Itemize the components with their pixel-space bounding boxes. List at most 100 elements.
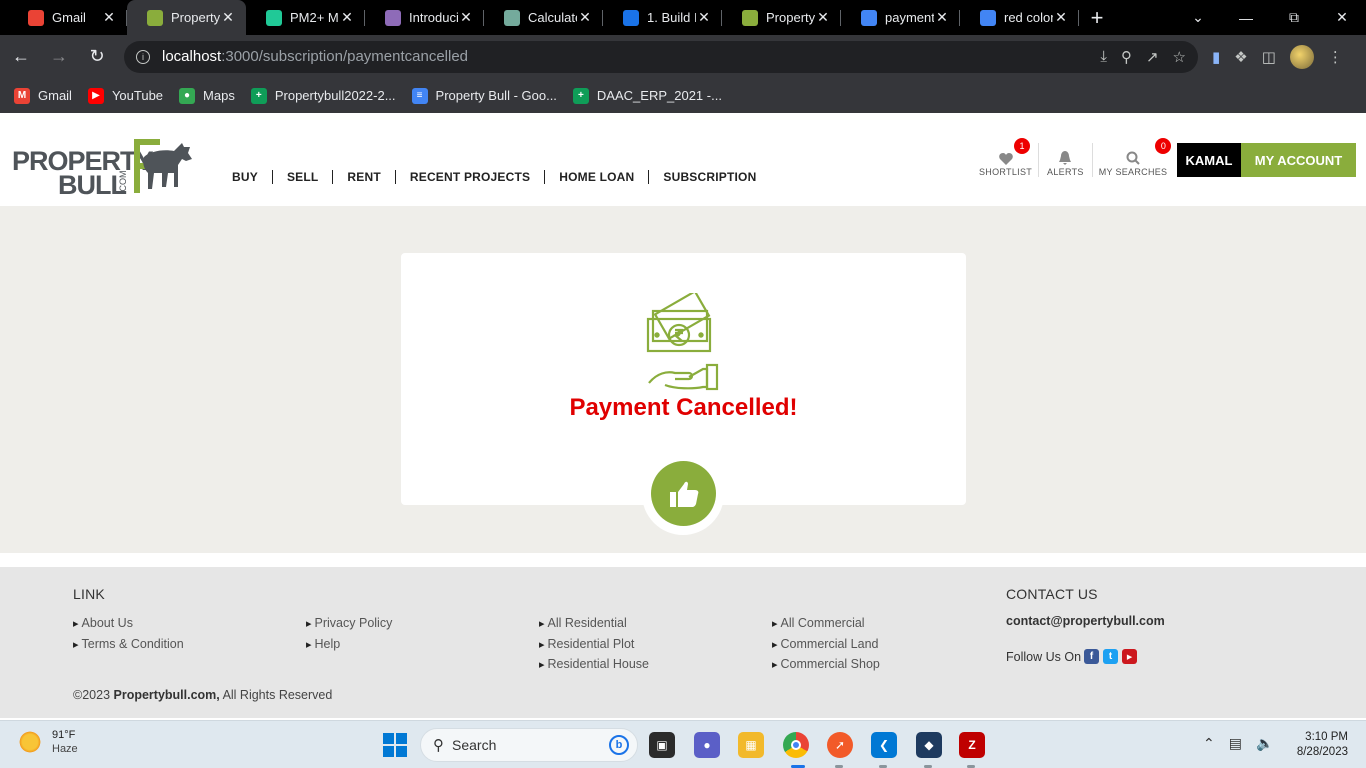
- footer-link[interactable]: About Us: [73, 614, 184, 635]
- nav-item-rent[interactable]: RENT: [332, 170, 394, 184]
- taskbar-search-label: Search: [452, 737, 497, 753]
- footer-column-2: Privacy PolicyHelp: [306, 614, 393, 656]
- nav-item-home-loan[interactable]: HOME LOAN: [544, 170, 648, 184]
- twitter-icon[interactable]: t: [1103, 649, 1119, 664]
- close-tab-icon[interactable]: ✕: [934, 9, 950, 26]
- weather-widget[interactable]: 91°F Haze: [18, 729, 78, 755]
- close-tab-icon[interactable]: ✕: [577, 9, 593, 26]
- browser-tab[interactable]: Gmail ✕: [8, 0, 127, 35]
- side-panel-icon[interactable]: ◫: [1262, 48, 1276, 66]
- close-tab-icon[interactable]: ✕: [458, 9, 474, 26]
- browser-tab[interactable]: red color ✕: [960, 0, 1079, 35]
- footer-link[interactable]: Terms & Condition: [73, 635, 184, 656]
- main-navigation: BUY SELL RENT RECENT PROJECTS HOME LOAN SUBSC…: [232, 170, 770, 184]
- extensions-puzzle-icon[interactable]: ❖: [1234, 48, 1247, 66]
- browser-tab[interactable]: 1. Build In✕: [603, 0, 722, 35]
- site-logo[interactable]: PROPERTY BULL .COM: [12, 136, 192, 200]
- bookmark-item[interactable]: ≡ Property Bull - Goo...: [411, 87, 557, 104]
- bookmark-item[interactable]: M Gmail: [14, 87, 72, 104]
- alerts-button[interactable]: ALERTS: [1038, 143, 1092, 177]
- teams-chat-icon[interactable]: ●: [694, 732, 720, 758]
- zoom-icon[interactable]: ⚲: [1121, 48, 1132, 66]
- footer-link[interactable]: Commercial Shop: [772, 655, 880, 676]
- browser-tab[interactable]: Introducin✕: [365, 0, 484, 35]
- browser-tab[interactable]: payment ✕: [841, 0, 960, 35]
- task-view-icon[interactable]: ▣: [649, 732, 675, 758]
- taskbar-search[interactable]: ⚲ Search b: [420, 728, 638, 762]
- vscode-icon[interactable]: ❮: [871, 732, 897, 758]
- bookmark-item[interactable]: + DAAC_ERP_2021 -...: [572, 87, 722, 104]
- facebook-icon[interactable]: f: [1084, 649, 1100, 664]
- browser-tab[interactable]: PM2+ Mc✕: [246, 0, 365, 35]
- close-window-button[interactable]: ✕: [1318, 9, 1366, 26]
- close-tab-icon[interactable]: ✕: [339, 9, 355, 26]
- chatgpt-icon: [504, 9, 520, 26]
- close-tab-icon[interactable]: ✕: [815, 9, 831, 26]
- system-clock[interactable]: 3:10 PM 8/28/2023: [1290, 730, 1348, 760]
- minimize-button[interactable]: —: [1222, 10, 1270, 26]
- extension-docs-icon[interactable]: ▮: [1212, 48, 1220, 66]
- filezilla-icon[interactable]: Z: [959, 732, 985, 758]
- file-explorer-icon[interactable]: ▦: [738, 732, 764, 758]
- reload-button[interactable]: ↻: [80, 46, 114, 67]
- section-divider: [0, 553, 1366, 567]
- nav-item-sell[interactable]: SELL: [271, 170, 332, 184]
- my-searches-button[interactable]: 0 MY SEARCHES: [1091, 138, 1174, 177]
- my-account-button[interactable]: MY ACCOUNT: [1241, 143, 1356, 177]
- address-bar[interactable]: i localhost:3000/subscription/paymentcan…: [124, 40, 1198, 73]
- tab-search-icon[interactable]: ⌄: [1174, 9, 1222, 26]
- back-button[interactable]: ←: [4, 46, 38, 67]
- share-icon[interactable]: ↗: [1146, 48, 1159, 66]
- site-info-icon[interactable]: i: [136, 49, 150, 64]
- bing-icon[interactable]: b: [609, 735, 629, 755]
- youtube-icon[interactable]: ▶: [1122, 649, 1138, 664]
- system-tray: ⌃ ▤ 🔈: [1203, 735, 1273, 752]
- volume-muted-icon[interactable]: 🔈: [1256, 735, 1273, 752]
- contact-email-link[interactable]: contact@propertybull.com: [1006, 614, 1165, 628]
- user-name-button[interactable]: KAMAL: [1177, 143, 1241, 177]
- close-tab-icon[interactable]: ✕: [220, 9, 236, 26]
- browser-menu-icon[interactable]: ⋮: [1328, 48, 1343, 66]
- nav-item-buy[interactable]: BUY: [232, 170, 272, 184]
- bookmark-item[interactable]: + Propertybull2022-2...: [250, 87, 396, 104]
- close-tab-icon[interactable]: ✕: [696, 9, 712, 26]
- close-tab-icon[interactable]: ✕: [1053, 9, 1069, 26]
- footer-link[interactable]: Commercial Land: [772, 635, 880, 656]
- close-tab-icon[interactable]: ✕: [101, 9, 117, 26]
- install-app-icon[interactable]: ⤓: [1100, 48, 1107, 66]
- url-host: localhost: [162, 48, 222, 65]
- shortlist-button[interactable]: 1 SHORTLIST: [973, 138, 1038, 177]
- bookmark-item[interactable]: ▶ YouTube: [87, 87, 163, 104]
- tab-title: PM2+ Mc: [290, 10, 339, 25]
- browser-tab[interactable]: Calculate ✕: [484, 0, 603, 35]
- bookmark-item[interactable]: ● Maps: [179, 87, 235, 104]
- nav-item-subscription[interactable]: SUBSCRIPTION: [648, 170, 770, 184]
- footer-link[interactable]: All Commercial: [772, 614, 880, 635]
- restore-button[interactable]: ⧉: [1270, 9, 1318, 26]
- chrome-icon[interactable]: [783, 732, 809, 758]
- new-tab-button[interactable]: +: [1079, 0, 1115, 35]
- profile-avatar[interactable]: [1289, 44, 1314, 69]
- weather-condition: Haze: [52, 743, 78, 755]
- footer-link[interactable]: Privacy Policy: [306, 614, 393, 635]
- bookmark-label: Propertybull2022-2...: [274, 88, 396, 103]
- footer-link[interactable]: Help: [306, 635, 392, 656]
- postman-icon[interactable]: ➚: [827, 732, 853, 758]
- browser-tab[interactable]: Propertyb✕: [127, 0, 246, 35]
- sheets-icon: +: [250, 87, 267, 104]
- mysql-workbench-icon[interactable]: ◆: [916, 732, 942, 758]
- show-hidden-icons-chevron-icon[interactable]: ⌃: [1203, 735, 1215, 752]
- thumbs-up-icon: [669, 481, 698, 507]
- start-button[interactable]: [383, 733, 407, 757]
- forward-button[interactable]: →: [42, 46, 76, 67]
- youtube-icon: ▶: [87, 87, 104, 104]
- nav-item-recent-projects[interactable]: RECENT PROJECTS: [394, 170, 544, 184]
- browser-tab[interactable]: Propertyb✕: [722, 0, 841, 35]
- sheets-icon: +: [572, 87, 589, 104]
- google-icon: [980, 9, 996, 26]
- bookmark-star-icon[interactable]: ☆: [1173, 48, 1186, 66]
- footer-link[interactable]: Residential Plot: [539, 635, 649, 656]
- footer-link[interactable]: Residential House: [539, 655, 649, 676]
- network-icon[interactable]: ▤: [1229, 735, 1242, 752]
- footer-link[interactable]: All Residential: [539, 614, 649, 635]
